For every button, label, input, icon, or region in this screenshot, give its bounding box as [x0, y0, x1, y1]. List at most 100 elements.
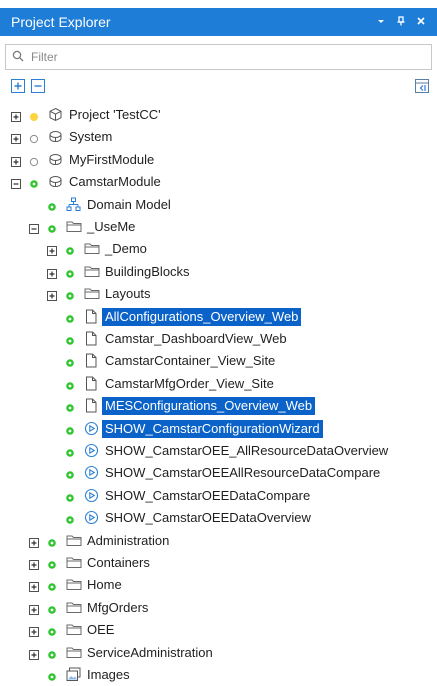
folder-icon [84, 286, 100, 301]
window-controls [375, 15, 437, 29]
tree-row[interactable]: SHOW_CamstarOEEDataOverview [0, 507, 437, 529]
tree-item-label[interactable]: SHOW_CamstarOEE_AllResourceDataOverview [102, 442, 391, 460]
status-dot-icon [47, 580, 57, 591]
filter-input[interactable] [29, 46, 431, 68]
tree-row[interactable]: Administration [0, 530, 437, 552]
tree-row[interactable]: MESConfigurations_Overview_Web [0, 395, 437, 417]
tree-item-label[interactable]: SHOW_CamstarConfigurationWizard [102, 420, 323, 438]
tree-item-label[interactable]: _UseMe [84, 218, 138, 236]
expand-icon[interactable] [29, 580, 39, 592]
collapse-all-icon[interactable] [31, 79, 45, 93]
module-icon [48, 174, 63, 189]
tree-item-label[interactable]: OEE [84, 621, 117, 639]
folder-icon [66, 622, 82, 637]
tree-row[interactable]: SHOW_CamstarConfigurationWizard [0, 418, 437, 440]
expand-icon[interactable] [11, 132, 21, 144]
page-icon [84, 398, 99, 413]
tree-item-label[interactable]: Home [84, 576, 125, 594]
collapse-icon[interactable] [29, 222, 39, 234]
tree-item-label[interactable]: Containers [84, 554, 153, 572]
expand-icon[interactable] [29, 536, 39, 548]
tree-row[interactable]: Domain Model [0, 194, 437, 216]
tree-item-label[interactable]: MyFirstModule [66, 151, 157, 169]
tree-row[interactable]: System [0, 126, 437, 148]
microflow-icon [84, 421, 99, 436]
tree-row[interactable]: MyFirstModule [0, 149, 437, 171]
tree-row[interactable]: Camstar_DashboardView_Web [0, 328, 437, 350]
chevron-down-icon[interactable] [375, 16, 387, 29]
tree-item-label[interactable]: SHOW_CamstarOEEAllResourceDataCompare [102, 464, 383, 482]
status-dot-icon [29, 155, 39, 167]
folder-icon [66, 577, 82, 592]
tree-row[interactable]: ServiceAdministration [0, 642, 437, 664]
microflow-icon [84, 465, 99, 480]
tree-item-label[interactable]: Images [84, 666, 133, 684]
expand-icon[interactable] [47, 289, 57, 301]
folder-icon [66, 533, 82, 548]
tree-row[interactable]: SHOW_CamstarOEEAllResourceDataCompare [0, 462, 437, 484]
tree-row[interactable]: CamstarContainer_View_Site [0, 350, 437, 372]
tree-row[interactable]: BuildingBlocks [0, 261, 437, 283]
status-dot-icon [65, 334, 75, 345]
expand-all-icon[interactable] [11, 79, 25, 93]
tree-row[interactable]: _Demo [0, 238, 437, 260]
expand-icon[interactable] [47, 267, 57, 279]
page-icon [84, 331, 99, 346]
expand-icon[interactable] [29, 648, 39, 660]
panel-titlebar: Project Explorer [0, 8, 437, 36]
tree-item-label[interactable]: CamstarMfgOrder_View_Site [102, 375, 277, 393]
tree-item-label[interactable]: Camstar_DashboardView_Web [102, 330, 290, 348]
module-icon [48, 152, 63, 167]
collapse-icon[interactable] [11, 177, 21, 189]
tree-row[interactable]: Containers [0, 552, 437, 574]
tree-row[interactable]: SHOW_CamstarOEE_AllResourceDataOverview [0, 440, 437, 462]
tree-row[interactable]: AllConfigurations_Overview_Web [0, 306, 437, 328]
tree-item-label[interactable]: CamstarModule [66, 173, 164, 191]
tree-item-label[interactable]: Domain Model [84, 196, 174, 214]
folder-icon [66, 645, 82, 660]
status-dot-icon [65, 513, 75, 524]
tree-item-label[interactable]: MESConfigurations_Overview_Web [102, 397, 316, 415]
panel-layout-icon[interactable] [415, 79, 429, 93]
status-dot-icon [65, 244, 75, 255]
tree-row[interactable]: Home [0, 574, 437, 596]
tree-item-label[interactable]: System [66, 128, 115, 146]
tree-item-label[interactable]: BuildingBlocks [102, 263, 193, 281]
tree-row[interactable]: Project 'TestCC' [0, 104, 437, 126]
expand-icon[interactable] [47, 244, 57, 256]
tree-item-label[interactable]: SHOW_CamstarOEEDataCompare [102, 487, 313, 505]
tree-row[interactable]: MfgOrders [0, 597, 437, 619]
status-dot-icon [47, 670, 57, 681]
expand-icon[interactable] [11, 110, 21, 122]
tree-item-label[interactable]: AllConfigurations_Overview_Web [102, 308, 302, 326]
close-icon[interactable] [415, 16, 427, 29]
tree-row[interactable]: Images [0, 664, 437, 686]
expand-icon[interactable] [29, 603, 39, 615]
folder-icon [66, 555, 82, 570]
tree-row[interactable]: Layouts [0, 283, 437, 305]
tree-item-label[interactable]: MfgOrders [84, 599, 151, 617]
tree-item-label[interactable]: Layouts [102, 285, 154, 303]
status-dot-icon [29, 132, 39, 144]
expand-icon[interactable] [11, 155, 21, 167]
tree-row[interactable]: OEE [0, 619, 437, 641]
microflow-icon [84, 443, 99, 458]
status-dot-icon [47, 200, 57, 211]
tree-item-label[interactable]: CamstarContainer_View_Site [102, 352, 278, 370]
tree-item-label[interactable]: Administration [84, 532, 172, 550]
page-icon [84, 353, 99, 368]
expand-icon[interactable] [29, 625, 39, 637]
tree-item-label[interactable]: _Demo [102, 240, 150, 258]
page-icon [84, 376, 99, 391]
tree-row[interactable]: SHOW_CamstarOEEDataCompare [0, 485, 437, 507]
pin-icon[interactable] [395, 15, 407, 29]
status-dot-icon [29, 177, 39, 188]
panel-title: Project Explorer [11, 14, 111, 30]
tree-row[interactable]: CamstarModule [0, 171, 437, 193]
tree-item-label[interactable]: Project 'TestCC' [66, 106, 164, 124]
tree-row[interactable]: _UseMe [0, 216, 437, 238]
tree-item-label[interactable]: ServiceAdministration [84, 644, 216, 662]
expand-icon[interactable] [29, 558, 39, 570]
tree-item-label[interactable]: SHOW_CamstarOEEDataOverview [102, 509, 314, 527]
tree-row[interactable]: CamstarMfgOrder_View_Site [0, 373, 437, 395]
